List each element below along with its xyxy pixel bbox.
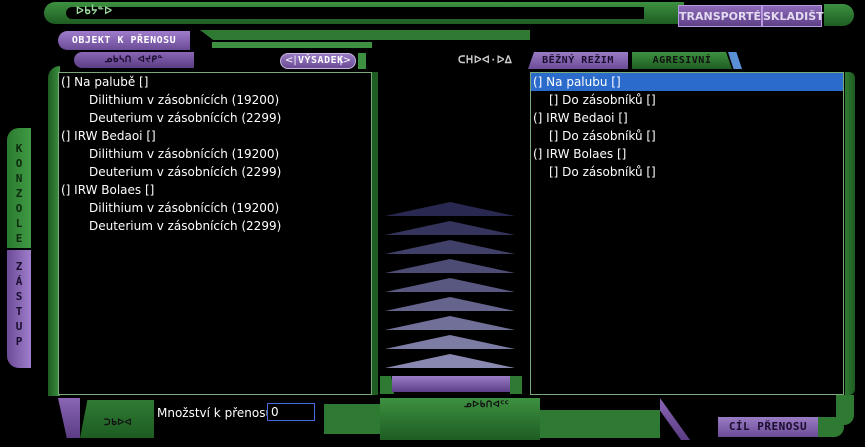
next-arrow-icon[interactable]: |>: [339, 54, 351, 68]
target-list-item[interactable]: [] Do zásobníků []: [531, 91, 843, 109]
footer-center-glyph: ᓄᐅᑲᑎᐊᑦᑦ: [464, 400, 510, 410]
selector-cap: [358, 53, 366, 69]
footer-right-cap: [660, 398, 690, 440]
vysadek-selector[interactable]: <| VÝSADEK |>: [280, 53, 356, 69]
amount-label: Množství k přenosu:: [157, 406, 278, 420]
chevron-icon: [385, 278, 515, 292]
source-list-item[interactable]: (] IRW Bedaoi []: [59, 127, 371, 145]
chevron-icon: [385, 316, 515, 330]
source-list-item[interactable]: Deuterium v zásobnících (2299): [59, 109, 371, 127]
center-glyph: ᑕᕼᐅᐊ·ᐅᐃ: [458, 55, 513, 66]
mode-normal-button[interactable]: BĚŽNÝ REŽIM: [528, 52, 628, 69]
target-list-item[interactable]: (] Na palubu []: [531, 73, 843, 91]
amount-input[interactable]: [267, 403, 315, 421]
source-list-item[interactable]: Deuterium v zásobnících (2299): [59, 217, 371, 235]
source-list-item[interactable]: (] Na palubě []: [59, 73, 371, 91]
source-list-item[interactable]: Dilithium v zásobnících (19200): [59, 145, 371, 163]
source-list-item[interactable]: Deuterium v zásobnících (2299): [59, 163, 371, 181]
object-transfer-tab[interactable]: OBJEKT K PŘENOSU: [58, 31, 190, 50]
top-bar: ᐅᑲᔮᓐᐅ TRANSPORTÉR SKLADIŠTĚ: [44, 2, 854, 27]
target-list[interactable]: (] Na palubu [][] Do zásobníků [](] IRW …: [530, 72, 844, 395]
footer-corner: [836, 395, 854, 425]
mode-aggressive-button[interactable]: AGRESIVNÍ: [632, 52, 732, 69]
side-tab-konzole[interactable]: KONZOLE: [7, 128, 31, 248]
transfer-button[interactable]: [392, 376, 510, 392]
chevron-icon: [385, 354, 515, 368]
side-tab-zastup-label: ZÁSTUP: [12, 260, 26, 350]
footer-mid-left: [324, 404, 380, 434]
chevron-icon: [385, 240, 515, 254]
vysadek-label: VÝSADEK: [298, 55, 344, 66]
footer-right-block: [540, 410, 660, 438]
target-list-item[interactable]: [] Do zásobníků []: [531, 127, 843, 145]
target-list-item[interactable]: [] Do zásobníků []: [531, 163, 843, 181]
side-tab-zastup[interactable]: ZÁSTUP: [7, 250, 31, 368]
object-transfer-subtab: ᓄᑲᓴᑎ ᐊᔪᑭᓐ: [74, 52, 194, 68]
footer-left-cap: [58, 398, 80, 438]
chevron-icon: [385, 297, 515, 311]
header-connector: [200, 30, 530, 40]
chevron-icon: [385, 259, 515, 273]
right-frame: [845, 72, 855, 395]
tab-transporter[interactable]: TRANSPORTÉR: [678, 5, 770, 27]
target-list-item[interactable]: (] IRW Bolaes []: [531, 145, 843, 163]
source-list[interactable]: (] Na palubě [] Dilithium v zásobnících (…: [58, 72, 372, 395]
tab-skladiste[interactable]: SKLADIŠTĚ: [762, 5, 831, 27]
chevron-icon: [385, 221, 515, 235]
target-button[interactable]: CÍL PŘENOSU: [718, 417, 818, 437]
header-connector-2: [212, 42, 372, 48]
target-list-item[interactable]: (] IRW Bedaoi []: [531, 109, 843, 127]
source-list-item[interactable]: Dilithium v zásobnících (19200): [59, 199, 371, 217]
source-list-item[interactable]: (] IRW Bolaes []: [59, 181, 371, 199]
prev-arrow-icon[interactable]: <|: [285, 54, 297, 68]
chevron-icon: [385, 335, 515, 349]
source-list-item[interactable]: Dilithium v zásobnících (19200): [59, 91, 371, 109]
transfer-bracket-right: [510, 376, 522, 394]
source-scrollbar[interactable]: [372, 72, 378, 395]
footer-left-block: ᑐᑲᐅᐊ: [80, 400, 154, 438]
footer-center-block: ᓄᐅᑲᑎᐊᑦᑦ: [380, 398, 540, 440]
header-glyph: ᐅᑲᔮᓐᐅ: [76, 6, 113, 17]
footer-left-glyph: ᑐᑲᐅᐊ: [104, 418, 133, 428]
side-tab-konzole-label: KONZOLE: [12, 142, 26, 247]
chevron-icon: [385, 202, 515, 216]
